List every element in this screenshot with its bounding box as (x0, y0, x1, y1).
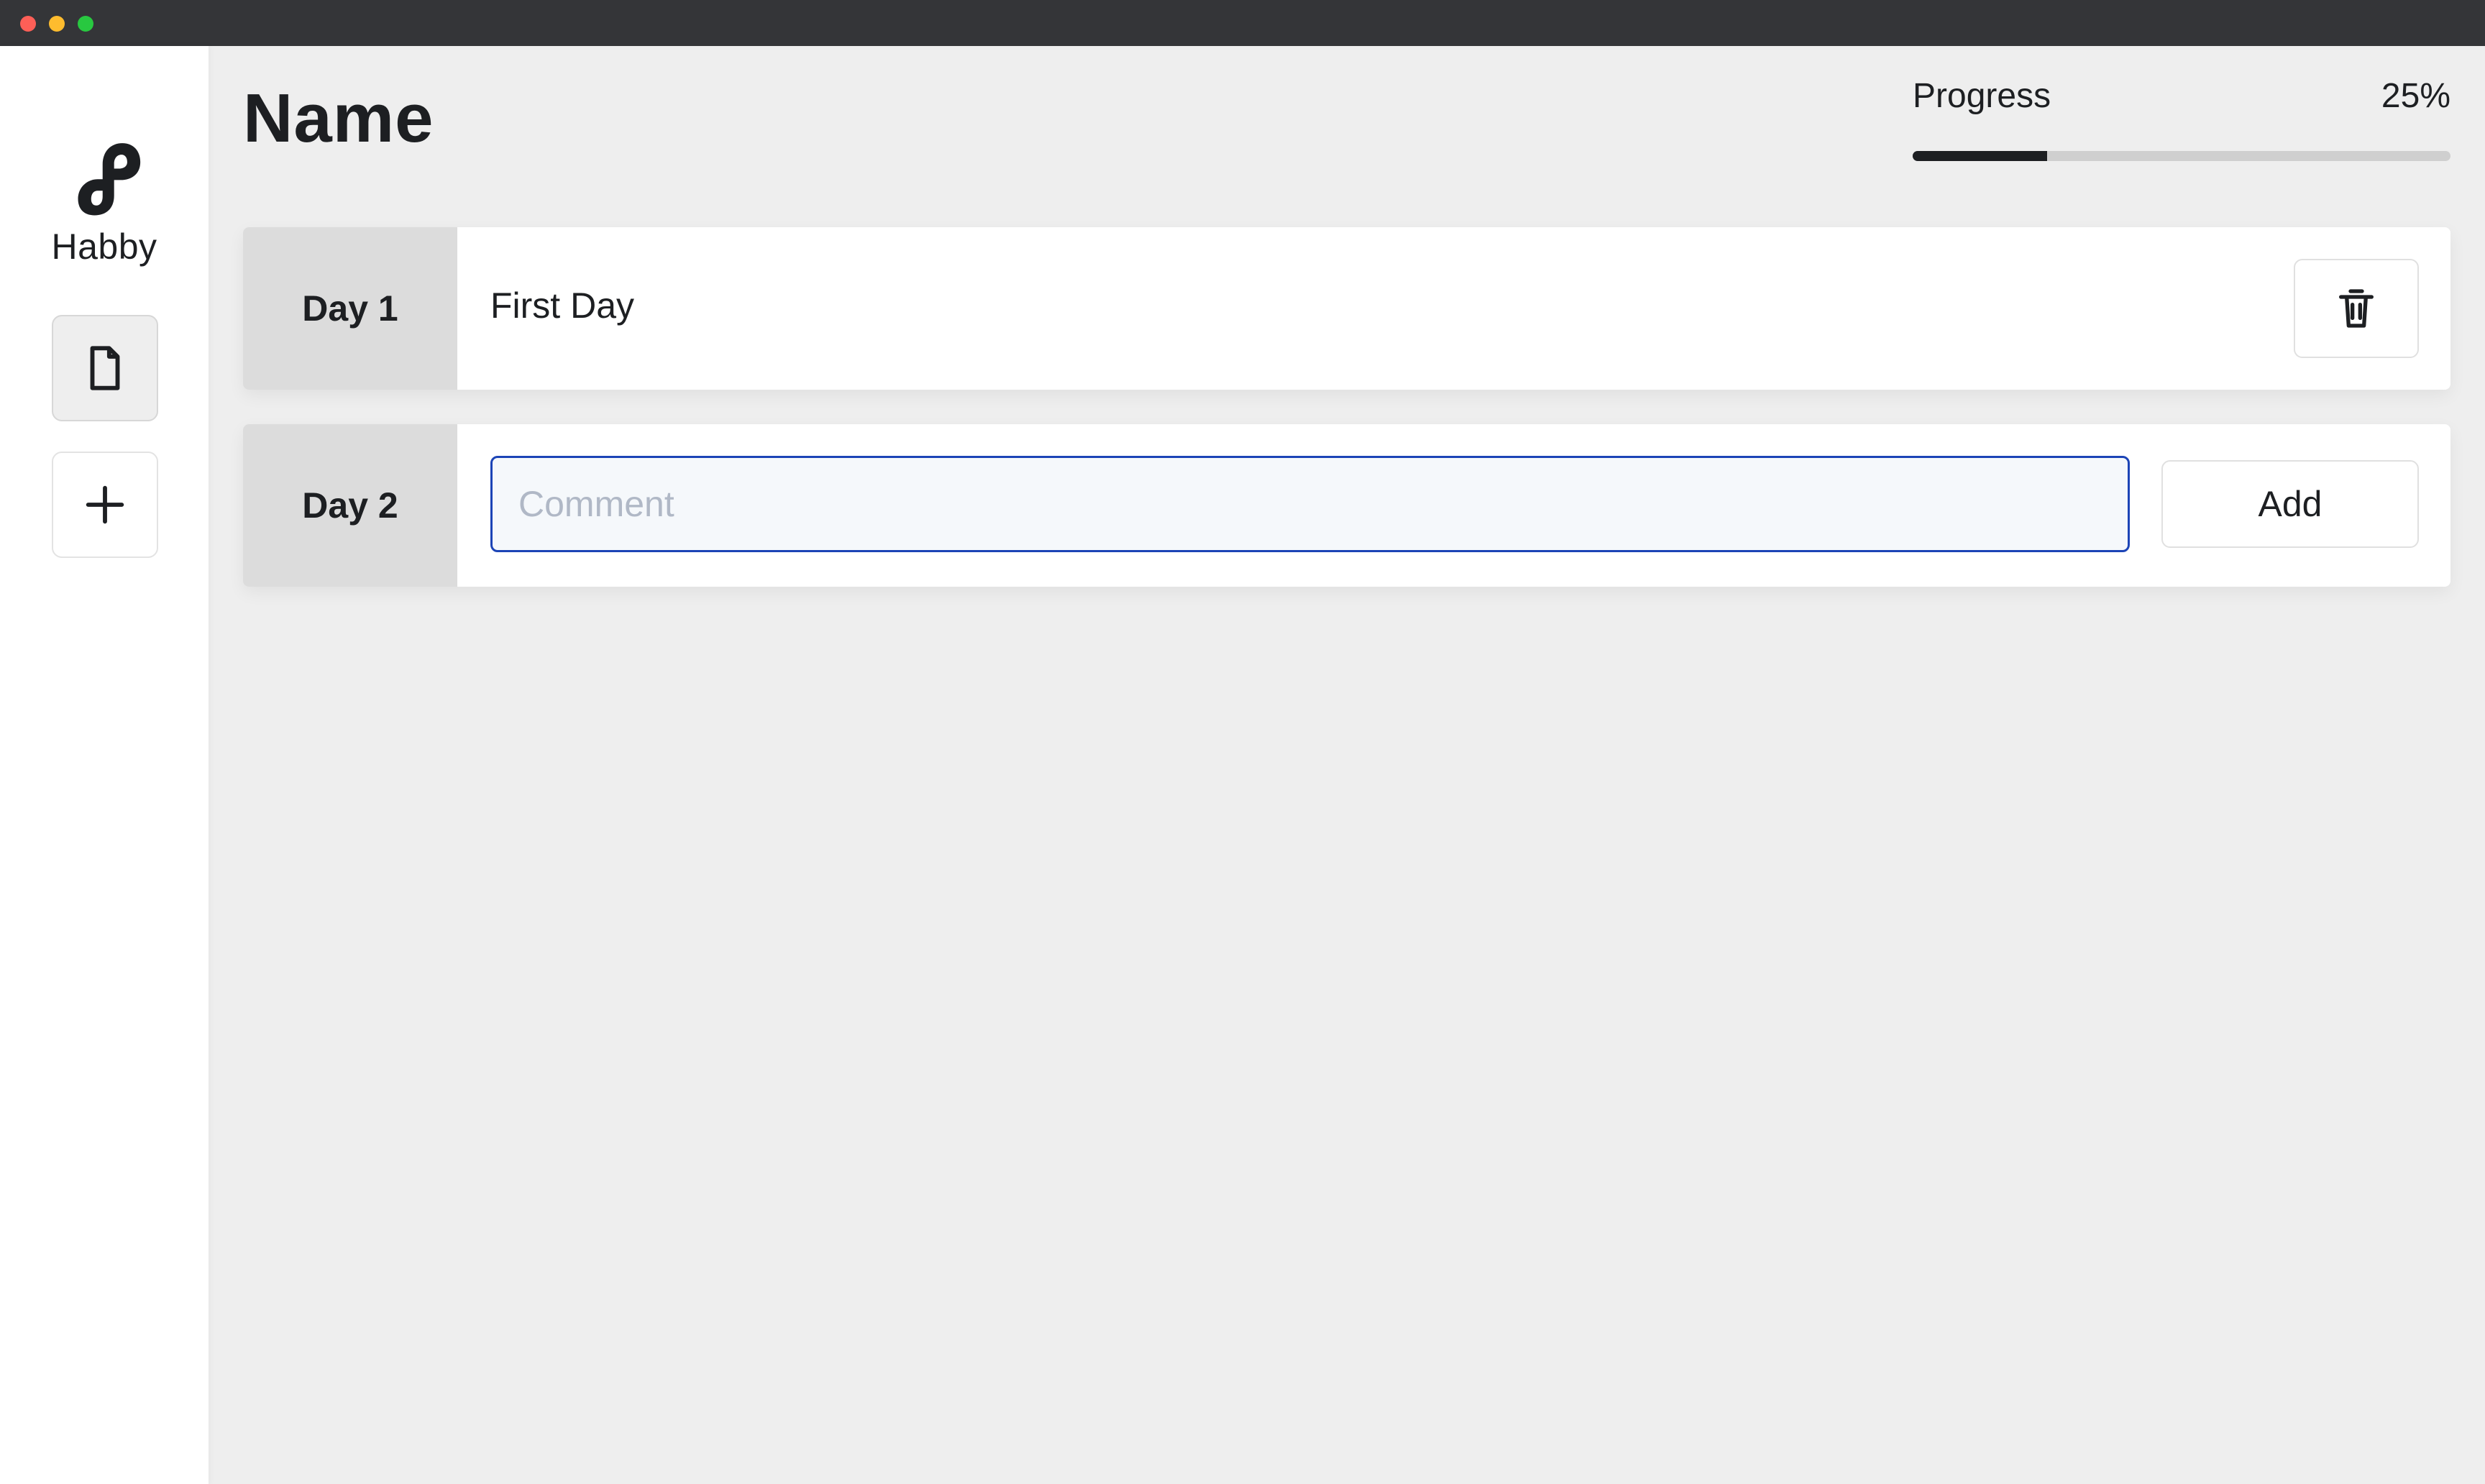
close-window-button[interactable] (20, 16, 36, 32)
main-content: Name Progress 25% Day 1 First Day Day 2 … (209, 46, 2485, 1484)
trash-icon (2339, 289, 2374, 328)
progress-fill (1913, 151, 2047, 161)
day-row: Day 2 Add (243, 424, 2450, 587)
delete-day-button[interactable] (2294, 259, 2419, 358)
add-habit-button[interactable] (52, 452, 158, 558)
comment-input[interactable] (490, 456, 2130, 552)
add-comment-button[interactable]: Add (2161, 460, 2419, 548)
habby-logo-icon[interactable] (63, 137, 145, 219)
day-label: Day 2 (243, 424, 457, 587)
zoom-window-button[interactable] (78, 16, 93, 32)
progress-label: Progress (1913, 77, 2051, 115)
plus-icon (86, 485, 124, 524)
brand-name: Habby (51, 226, 157, 267)
title-bar (0, 0, 2485, 46)
documents-nav-button[interactable] (52, 315, 158, 421)
sidebar: Habby (0, 46, 209, 1484)
progress-bar (1913, 151, 2450, 161)
app-window: Habby Name Progress 25% Day 1 First Day (0, 0, 2485, 1484)
day-comment-text: First Day (490, 285, 634, 326)
minimize-window-button[interactable] (49, 16, 65, 32)
page-title: Name (243, 80, 434, 157)
progress-value: 25% (2381, 77, 2450, 115)
document-icon (90, 346, 120, 390)
day-row: Day 1 First Day (243, 227, 2450, 390)
day-label: Day 1 (243, 227, 457, 390)
